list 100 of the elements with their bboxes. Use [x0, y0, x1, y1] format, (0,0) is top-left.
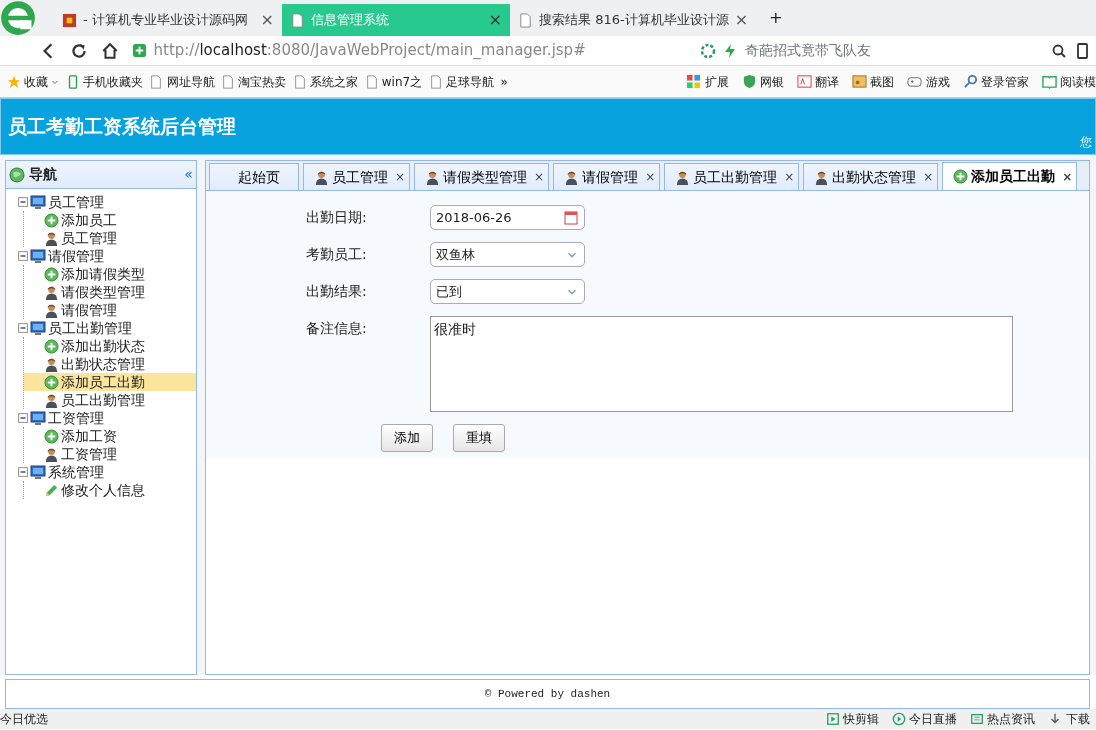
close-tab-button[interactable]: × — [645, 168, 656, 186]
add-icon — [44, 428, 59, 444]
tree-item[interactable]: 工资管理 — [24, 445, 196, 463]
form-button[interactable]: 添加 — [381, 424, 433, 452]
toolbar-button[interactable]: 网银 — [741, 72, 784, 91]
person-icon — [564, 169, 580, 185]
toolbar-button[interactable]: 截图 — [852, 72, 895, 91]
new-tab-button[interactable]: + — [756, 5, 796, 31]
header-text: 您 — [1079, 133, 1092, 151]
close-tab-button[interactable]: × — [734, 8, 749, 32]
bookmark-link[interactable]: 手机收藏夹 — [65, 72, 143, 91]
tree-item[interactable]: 添加出勤状态 — [24, 337, 196, 355]
close-tab-button[interactable]: × — [923, 168, 934, 186]
news-icon — [970, 712, 984, 726]
field-label: 出勤日期: — [306, 208, 368, 227]
pencil-icon — [44, 482, 59, 498]
close-tab-button[interactable]: × — [534, 168, 545, 186]
toolbar-button[interactable]: 扩展 — [686, 72, 729, 91]
status-button[interactable]: 热点资讯 — [970, 710, 1036, 728]
tree-item[interactable]: 添加请假类型 — [24, 265, 196, 283]
close-tab-button[interactable]: × — [1062, 167, 1073, 186]
reload-icon[interactable] — [70, 41, 88, 60]
bookmark-link[interactable]: 系统之家 — [292, 72, 358, 91]
close-tab-button[interactable]: × — [395, 168, 406, 186]
page-tab[interactable]: 员工管理 × — [303, 163, 411, 190]
bookmark-link[interactable]: 足球导航 — [428, 72, 494, 91]
home-icon[interactable] — [101, 41, 119, 60]
tree-item[interactable]: 修改个人信息 — [24, 481, 196, 499]
page-tab[interactable]: 请假类型管理 × — [414, 163, 550, 190]
gamepad-icon — [907, 74, 923, 89]
tree-node[interactable]: 工资管理 — [18, 409, 196, 427]
form-button[interactable]: 重填 — [452, 424, 505, 452]
select-field[interactable]: 已到 — [430, 279, 585, 304]
page-tab[interactable]: 出勤状态管理 × — [803, 163, 939, 190]
person-icon — [44, 230, 59, 246]
tree-item[interactable]: 添加工资 — [24, 427, 196, 445]
browser-tab[interactable]: - 计算机专业毕业设计源码网 × — [54, 4, 282, 36]
select-field[interactable]: 双鱼林 — [430, 242, 585, 267]
add-icon — [44, 212, 59, 228]
monitor-icon — [30, 464, 46, 480]
page-icon — [221, 74, 235, 89]
collapse-button[interactable]: « — [184, 164, 193, 185]
status-button[interactable]: 快剪辑 — [825, 710, 879, 728]
clip-icon — [825, 712, 840, 726]
person-icon — [675, 169, 691, 185]
tree-node[interactable]: 系统管理 — [18, 463, 196, 481]
monitor-icon — [30, 320, 46, 336]
toolbar-button[interactable]: 登录管家 — [962, 72, 1029, 91]
panel-title: 导航 — [28, 165, 57, 184]
tree-item[interactable]: 请假类型管理 — [24, 283, 196, 301]
tree-item[interactable]: 添加员工 — [24, 211, 196, 229]
collapse-icon — [18, 323, 28, 333]
bookmark-link[interactable]: 网址导航 — [149, 72, 215, 91]
monitor-icon — [30, 194, 46, 210]
bookmark-link[interactable]: win7之 — [364, 72, 423, 91]
page-tab[interactable]: 起始页 — [209, 163, 299, 190]
site-icon — [62, 12, 77, 28]
app-title: 员工考勤工资系统后台管理 — [7, 114, 236, 140]
tree-node[interactable]: 员工出勤管理 — [18, 319, 196, 337]
browser-logo-icon[interactable] — [0, 0, 36, 36]
page-tab[interactable]: 添加员工出勤 × — [942, 162, 1078, 190]
search-icon[interactable] — [1051, 42, 1067, 59]
toolbar-button[interactable]: 阅读模 — [1041, 72, 1096, 91]
page-icon — [290, 12, 305, 28]
calendar-icon — [563, 209, 579, 226]
page-icon — [292, 74, 307, 89]
remarks-field[interactable]: 很准时 — [430, 316, 1013, 412]
tree-item[interactable]: 请假管理 — [24, 301, 196, 319]
date-field[interactable]: 2018-06-26 — [430, 205, 585, 230]
page-tab[interactable]: 员工出勤管理 × — [664, 163, 800, 190]
person-icon — [425, 169, 441, 185]
secure-icon — [132, 43, 147, 58]
browser-tab[interactable]: 信息管理系统 × — [282, 4, 510, 36]
close-tab-button[interactable]: × — [260, 8, 274, 32]
tree-item[interactable]: 员工出勤管理 — [24, 391, 196, 409]
toolbar-button[interactable]: 游戏 — [907, 72, 950, 91]
close-tab-button[interactable]: × — [488, 8, 502, 32]
field-label: 出勤结果: — [306, 282, 368, 301]
more-bookmarks-button[interactable]: » — [500, 72, 508, 91]
status-button[interactable]: 今日直播 — [891, 710, 957, 728]
person-icon — [44, 392, 59, 408]
page-icon — [149, 74, 164, 89]
bookmark-link[interactable]: 收藏 — [6, 72, 59, 91]
grid-icon — [686, 74, 702, 89]
tree-item[interactable]: 员工管理 — [24, 229, 196, 247]
url-field[interactable]: http://localhost:8080/JavaWebProject/main_manager.jsp# — [153, 39, 586, 62]
person-icon — [814, 169, 830, 185]
page-tab[interactable]: 请假管理 × — [553, 163, 661, 190]
status-button[interactable]: 下载 — [1048, 710, 1090, 728]
bookmark-link[interactable]: 淘宝热卖 — [221, 72, 287, 91]
search-field[interactable]: 奇葩招式竟带飞队友 — [744, 40, 1045, 61]
page-icon — [428, 74, 443, 89]
tree-node[interactable]: 员工管理 — [18, 193, 196, 211]
tree-node[interactable]: 请假管理 — [18, 247, 196, 265]
add-icon — [44, 266, 59, 282]
tree-item[interactable]: 出勤状态管理 — [24, 355, 196, 373]
tree-item[interactable]: 添加员工出勤 — [24, 373, 196, 391]
browser-tab[interactable]: 搜索结果 816-计算机毕业设计源 × — [510, 4, 757, 36]
close-tab-button[interactable]: × — [784, 168, 795, 186]
toolbar-button[interactable]: 翻译 — [796, 72, 839, 91]
